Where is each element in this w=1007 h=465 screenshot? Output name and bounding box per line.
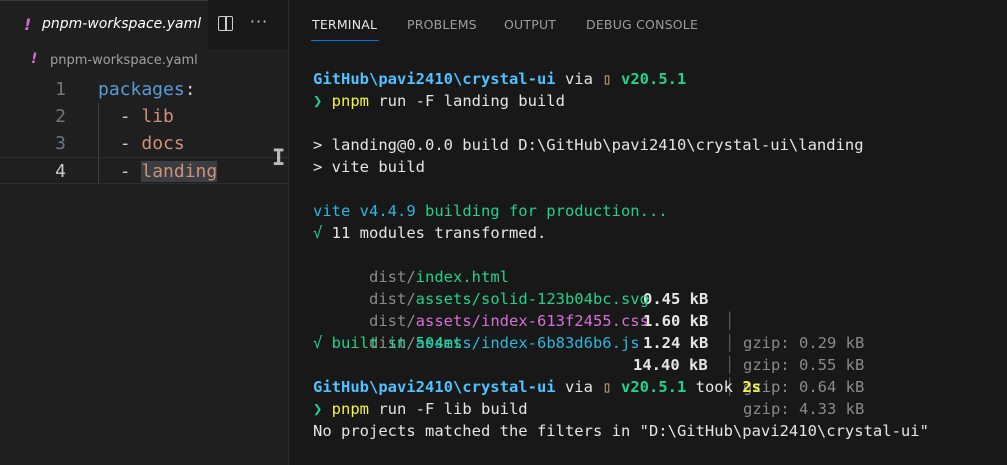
command-args: run -F lib build xyxy=(369,400,528,418)
vite-version: vite v4.4.9 xyxy=(313,202,416,220)
editor-tab-pnpm-workspace[interactable]: ! pnpm-workspace.yaml xyxy=(0,0,208,49)
active-tab-indicator xyxy=(311,40,379,41)
build-file-row: dist/assets/index-6b83d6b6.js 14.40 kB │… xyxy=(313,310,973,418)
command-duration: 2s xyxy=(742,378,761,396)
line-number: 1 xyxy=(55,79,66,100)
build-complete: √ built in 504ms xyxy=(313,334,463,352)
file-gzip: gzip: 0.29 kB xyxy=(743,334,865,352)
tab-debug-console[interactable]: DEBUG CONSOLE xyxy=(586,17,698,32)
tab-output[interactable]: OUTPUT xyxy=(504,17,556,32)
code-line[interactable]: 2 - lib xyxy=(0,103,288,130)
breadcrumb-file[interactable]: pnpm-workspace.yaml xyxy=(50,53,198,68)
file-gzip: gzip: 0.55 kB xyxy=(743,356,865,374)
file-size: 1.24 kB xyxy=(643,334,709,352)
yaml-value-selected: landing xyxy=(141,161,218,182)
terminal-line: > landing@0.0.0 build D:\GitHub\pavi2410… xyxy=(313,136,864,154)
file-gzip: gzip: 0.64 kB xyxy=(743,378,865,396)
yaml-colon: : xyxy=(184,79,196,100)
terminal-panel[interactable]: TERMINAL PROBLEMS OUTPUT DEBUG CONSOLE G… xyxy=(289,0,1007,465)
terminal-error: No projects matched the filters in "D:\G… xyxy=(313,422,929,440)
nodejs-icon: ▯ xyxy=(602,378,612,396)
tab-problems[interactable]: PROBLEMS xyxy=(407,17,477,32)
check-icon: √ xyxy=(313,224,323,242)
terminal-prompt: GitHub\pavi2410\crystal-ui via ▯ v20.5.1 xyxy=(313,68,686,90)
column-separator: │ xyxy=(725,356,735,374)
terminal-line: > vite build xyxy=(313,158,425,176)
editor-tab-bar: ! pnpm-workspace.yaml ··· xyxy=(0,0,288,49)
file-size: 14.40 kB xyxy=(633,356,708,374)
text-cursor-icon: I xyxy=(272,146,286,171)
terminal-command: ❯ pnpm run -F landing build xyxy=(313,90,565,112)
command-args: run -F landing build xyxy=(369,92,565,110)
yaml-file-icon: ! xyxy=(24,15,32,34)
line-number: 4 xyxy=(55,161,66,182)
panel-tab-bar: TERMINAL PROBLEMS OUTPUT DEBUG CONSOLE xyxy=(289,0,1007,49)
yaml-value: lib xyxy=(141,106,174,127)
terminal-command: ❯ pnpm run -F lib build xyxy=(313,398,528,420)
split-editor-icon[interactable] xyxy=(216,15,236,33)
prompt-via: via xyxy=(555,70,603,88)
build-file-row: dist/assets/solid-123b04bc.svg 1.60 kB │… xyxy=(313,266,973,374)
nodejs-icon: ▯ xyxy=(602,70,612,88)
tab-terminal[interactable]: TERMINAL xyxy=(312,17,377,32)
code-line[interactable]: 1 packages: xyxy=(0,76,288,103)
more-actions-icon[interactable]: ··· xyxy=(248,11,270,33)
command-bin: pnpm xyxy=(331,92,369,110)
transformed-text: 11 modules transformed. xyxy=(322,224,547,242)
yaml-dash: - xyxy=(119,106,142,127)
yaml-file-icon: ! xyxy=(31,51,38,67)
line-number: 3 xyxy=(55,133,66,154)
terminal-prompt: GitHub\pavi2410\crystal-ui via ▯ v20.5.1… xyxy=(313,376,761,398)
prompt-path: GitHub\pavi2410\crystal-ui xyxy=(313,70,556,88)
vite-status: building for production... xyxy=(415,202,668,220)
code-line[interactable]: 3 - docs xyxy=(0,130,288,157)
terminal-line: vite v4.4.9 building for production... xyxy=(313,200,668,222)
breadcrumb[interactable]: ! pnpm-workspace.yaml xyxy=(0,49,288,73)
node-version: v20.5.1 xyxy=(611,70,687,88)
yaml-value: docs xyxy=(141,133,185,154)
terminal-line: √ 11 modules transformed. xyxy=(313,222,546,244)
build-file-row: dist/index.html 0.45 kB │ gzip: 0.29 kB xyxy=(313,244,973,352)
prompt-arrow-icon: ❯ xyxy=(313,92,332,110)
editor-tab-title: pnpm-workspace.yaml xyxy=(42,16,202,32)
command-bin: pnpm xyxy=(331,400,369,418)
yaml-key: packages xyxy=(98,79,185,100)
node-version: v20.5.1 xyxy=(611,378,687,396)
prompt-arrow-icon: ❯ xyxy=(313,400,332,418)
yaml-dash: - xyxy=(119,133,142,154)
editor-pane[interactable]: ! pnpm-workspace.yaml ··· ! pnpm-workspa… xyxy=(0,0,288,465)
column-separator: │ xyxy=(725,334,735,352)
yaml-dash: - xyxy=(119,161,142,182)
took-label: took xyxy=(686,378,743,396)
prompt-path: GitHub\pavi2410\crystal-ui xyxy=(313,378,556,396)
line-number: 2 xyxy=(55,106,66,127)
build-file-row: dist/assets/index-613f2455.css 1.24 kB │… xyxy=(313,288,973,396)
file-gzip: gzip: 4.33 kB xyxy=(743,400,865,418)
code-line-current[interactable]: 4 - landing xyxy=(0,157,288,184)
prompt-via: via xyxy=(555,378,603,396)
